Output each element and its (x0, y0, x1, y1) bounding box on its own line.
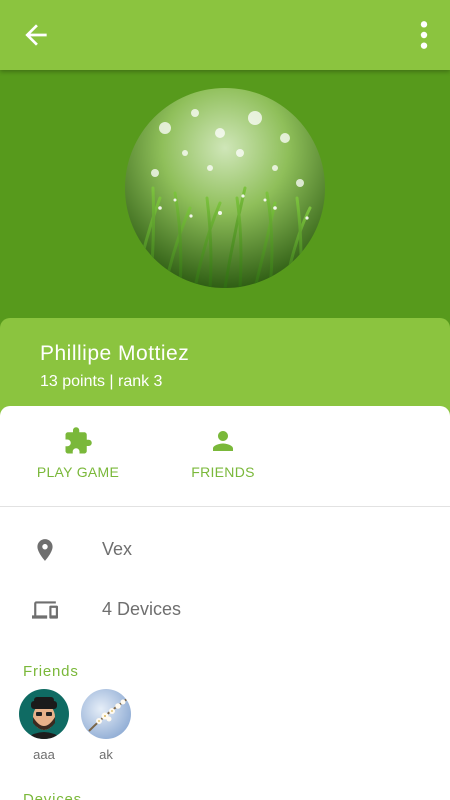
person-icon (213, 431, 233, 451)
divider (0, 506, 450, 507)
friend-avatar (19, 689, 69, 739)
friend-item[interactable]: aaa (18, 689, 70, 762)
friend-item[interactable]: ak (80, 689, 132, 762)
blossom-avatar-image (81, 689, 131, 739)
devices-row[interactable]: 4 Devices (0, 589, 450, 629)
friends-label: FRIENDS (191, 464, 255, 480)
profile-header (0, 70, 450, 330)
location-text: Vex (102, 539, 133, 559)
friend-name: ak (99, 747, 113, 762)
location-pin-icon (37, 539, 53, 561)
more-vert-icon[interactable] (418, 19, 430, 51)
profile-name: Phillipe Mottiez (40, 342, 190, 365)
arrow-back-icon[interactable] (20, 19, 52, 51)
profile-details: PLAY GAME FRIENDS Vex 4 Devices Friends (0, 406, 450, 800)
friend-avatar (81, 689, 131, 739)
location-row: Vex (0, 529, 450, 569)
devices-icon (32, 601, 58, 619)
profile-stats: 13 points | rank 3 (40, 373, 163, 390)
puzzle-icon (65, 427, 92, 454)
play-game-label: PLAY GAME (36, 464, 120, 480)
grass-photo-image (125, 88, 325, 288)
friend-name: aaa (33, 747, 55, 762)
friends-section-title: Friends (23, 663, 79, 680)
bearded-man-avatar-image (19, 689, 69, 739)
devices-text: 4 Devices (102, 599, 182, 619)
friends-button[interactable]: FRIENDS (163, 426, 283, 488)
profile-avatar[interactable] (125, 88, 325, 288)
profile-name-card: Phillipe Mottiez 13 points | rank 3 (0, 318, 450, 418)
devices-section-title: Devices (23, 791, 82, 800)
play-game-button[interactable]: PLAY GAME (18, 426, 138, 488)
app-toolbar (0, 0, 450, 70)
